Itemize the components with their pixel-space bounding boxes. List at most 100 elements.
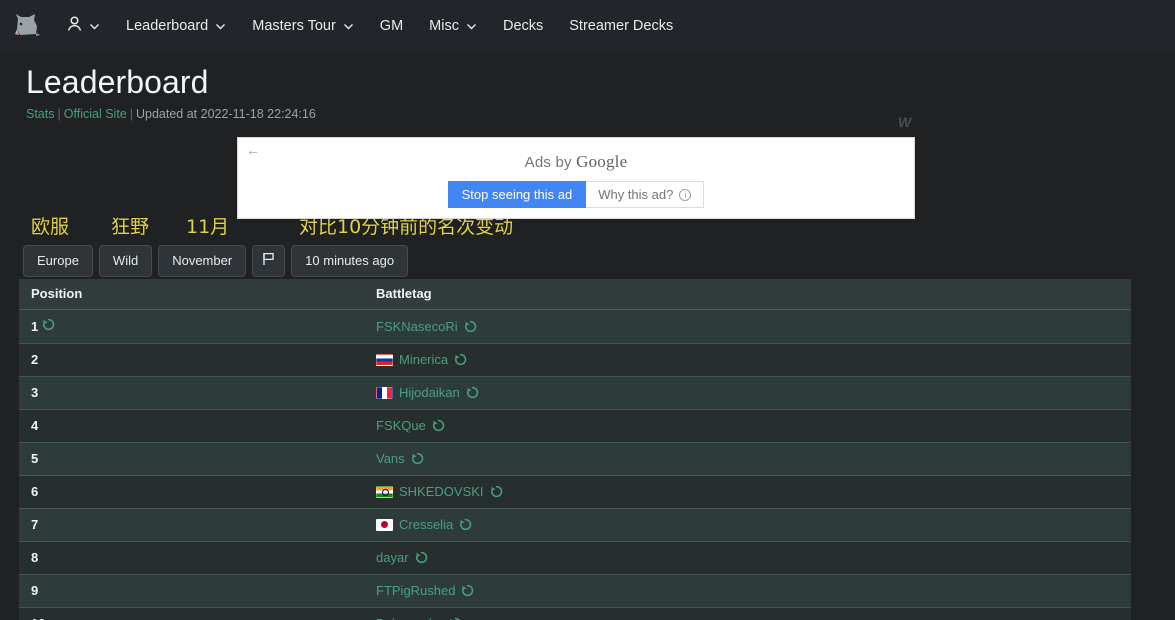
- battletag-link[interactable]: SHKEDOVSKI: [399, 484, 484, 499]
- page-title: Leaderboard: [26, 64, 1175, 102]
- filter-timeframe-button[interactable]: 10 minutes ago: [291, 245, 408, 277]
- cell-battletag: Hijodaikan: [364, 377, 1131, 410]
- chevron-down-icon: [215, 21, 226, 32]
- battletag-link[interactable]: Bohmander: [376, 616, 443, 620]
- battletag-link[interactable]: Minerica: [399, 352, 448, 367]
- battletag-link[interactable]: FTPigRushed: [376, 583, 455, 598]
- table-row: 1 FSKNasecoRi: [19, 310, 1131, 344]
- battletag-link[interactable]: FSKQue: [376, 418, 426, 433]
- history-icon[interactable]: [432, 419, 445, 432]
- nav-item-leaderboard[interactable]: Leaderboard: [113, 10, 239, 42]
- leaderboard-page: Leaderboard Masters Tour GM Misc Decks S…: [0, 0, 1175, 620]
- nav-item-label: GM: [380, 18, 403, 34]
- chevron-down-icon: [466, 21, 477, 32]
- table-body: 1 FSKNasecoRi2Minerica3Hijodaikan4FSKQue…: [19, 310, 1131, 620]
- battletag-link[interactable]: Cresselia: [399, 517, 453, 532]
- history-icon[interactable]: [454, 353, 467, 366]
- updated-timestamp: Updated at 2022-11-18 22:24:16: [136, 107, 316, 121]
- table-row: 3 Hijodaikan: [19, 377, 1131, 410]
- position-value: 5: [31, 451, 38, 466]
- leaderboard-table-container: Position Battletag 1 FSKNasecoRi2Mineric…: [19, 279, 1131, 620]
- chevron-down-icon: [89, 21, 100, 32]
- page-header: Leaderboard Stats|Official Site|Updated …: [0, 52, 1175, 121]
- cell-battletag: dayar: [364, 542, 1131, 575]
- history-icon[interactable]: [459, 518, 472, 531]
- history-icon[interactable]: [415, 551, 428, 564]
- official-site-link[interactable]: Official Site: [64, 107, 127, 121]
- cell-battletag: FSKNasecoRi: [364, 310, 1131, 344]
- column-header-battletag[interactable]: Battletag: [364, 279, 1131, 310]
- history-icon[interactable]: [411, 452, 424, 465]
- ads-by-text: Ads by: [525, 154, 572, 171]
- nav-item-misc[interactable]: Misc: [416, 10, 490, 42]
- battletag-link[interactable]: Hijodaikan: [399, 385, 460, 400]
- cell-battletag: FSKQue: [364, 410, 1131, 443]
- history-icon[interactable]: [461, 584, 474, 597]
- subtitle-separator: |: [58, 107, 61, 121]
- cell-position: 2: [19, 344, 364, 377]
- table-row: 5 Vans: [19, 443, 1131, 476]
- country-flag-icon: [376, 519, 393, 531]
- column-header-position[interactable]: Position: [19, 279, 364, 310]
- cell-battletag: Bohmander: [364, 608, 1131, 620]
- stop-seeing-this-ad-button[interactable]: Stop seeing this ad: [448, 181, 587, 208]
- flag-icon-button[interactable]: [252, 245, 285, 277]
- donkey-logo-icon[interactable]: [10, 9, 44, 43]
- nav-item-label: Decks: [503, 18, 543, 34]
- history-icon[interactable]: [490, 485, 503, 498]
- google-wordmark: Google: [576, 152, 627, 171]
- info-icon: i: [679, 189, 691, 201]
- position-value: 10: [31, 616, 45, 620]
- nav-item-label: Masters Tour: [252, 18, 336, 34]
- nav-item-streamer-decks[interactable]: Streamer Decks: [556, 10, 686, 42]
- nav-item-masters-tour[interactable]: Masters Tour: [239, 10, 367, 42]
- cell-position: 5: [19, 443, 364, 476]
- cell-position: 4: [19, 410, 364, 443]
- nav-item-decks[interactable]: Decks: [490, 10, 556, 42]
- ads-by-google-label: Ads by Google: [238, 152, 914, 172]
- nav-item-label: Misc: [429, 18, 459, 34]
- table-row: 2 Minerica: [19, 344, 1131, 377]
- ad-button-group: Stop seeing this ad Why this ad? i: [238, 181, 914, 208]
- table-row: 8 dayar: [19, 542, 1131, 575]
- cell-position: 10: [19, 608, 364, 620]
- position-value: 3: [31, 385, 38, 400]
- position-value: 8: [31, 550, 38, 565]
- google-ad-panel: ← Ads by Google Stop seeing this ad Why …: [237, 137, 915, 219]
- table-row: 7 Cresselia: [19, 509, 1131, 542]
- position-value: 4: [31, 418, 38, 433]
- cell-battletag: SHKEDOVSKI: [364, 476, 1131, 509]
- nav-account-menu[interactable]: [54, 8, 113, 44]
- ad-back-arrow-icon[interactable]: ←: [245, 142, 261, 158]
- leaderboard-table: Position Battletag 1 FSKNasecoRi2Mineric…: [19, 279, 1131, 620]
- cell-position: 8: [19, 542, 364, 575]
- battletag-link[interactable]: dayar: [376, 550, 409, 565]
- annotation-month: 11月: [186, 212, 229, 239]
- position-value: 1: [31, 319, 38, 334]
- table-row: 6SHKEDOVSKI: [19, 476, 1131, 509]
- filter-format-button[interactable]: Wild: [99, 245, 152, 277]
- cell-battletag: FTPigRushed: [364, 575, 1131, 608]
- why-this-ad-button[interactable]: Why this ad? i: [586, 181, 704, 208]
- table-row: 10 Bohmander: [19, 608, 1131, 620]
- cell-position: 3: [19, 377, 364, 410]
- ad-corner-watermark: W: [898, 114, 910, 130]
- position-value: 7: [31, 517, 38, 532]
- history-icon[interactable]: [466, 386, 479, 399]
- chevron-down-icon: [343, 21, 354, 32]
- flag-icon: [262, 252, 275, 270]
- stats-link[interactable]: Stats: [26, 107, 55, 121]
- battletag-link[interactable]: FSKNasecoRi: [376, 319, 458, 334]
- filter-region-button[interactable]: Europe: [23, 245, 93, 277]
- filter-month-button[interactable]: November: [158, 245, 246, 277]
- user-account-icon: [67, 16, 82, 36]
- history-icon[interactable]: [42, 318, 55, 331]
- cell-battletag: Cresselia: [364, 509, 1131, 542]
- annotation-format: 狂野: [111, 212, 149, 239]
- subtitle-separator-2: |: [130, 107, 133, 121]
- table-header: Position Battletag: [19, 279, 1131, 310]
- page-subtitle: Stats|Official Site|Updated at 2022-11-1…: [26, 107, 1175, 121]
- battletag-link[interactable]: Vans: [376, 451, 405, 466]
- history-icon[interactable]: [464, 320, 477, 333]
- nav-item-gm[interactable]: GM: [367, 10, 416, 42]
